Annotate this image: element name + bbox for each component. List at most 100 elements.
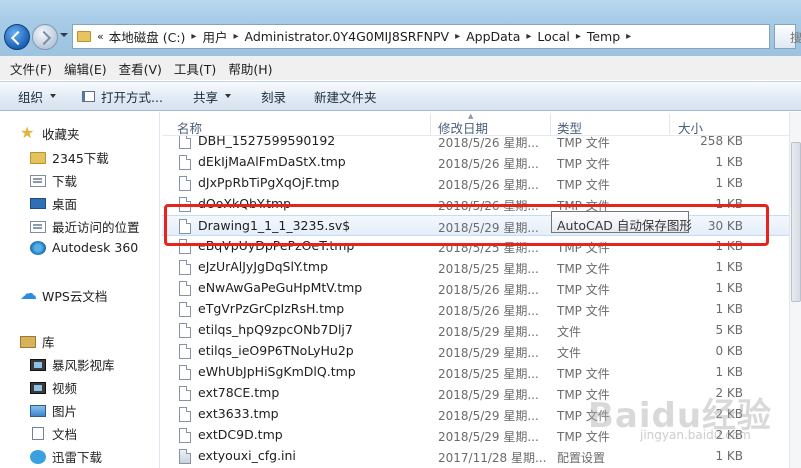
breadcrumb-separator-icon[interactable]: ▸ <box>455 31 460 42</box>
forward-button[interactable] <box>32 24 58 50</box>
nav-item-pictures[interactable]: 图片 <box>30 401 77 420</box>
scrollbar-thumb[interactable] <box>791 142 801 302</box>
nav-item-autodesk-360[interactable]: Autodesk 360 <box>30 240 138 255</box>
address-box[interactable]: « 本地磁盘 (C:) ▸ 用户 ▸ Administrator.0Y4G0MIJ8SR… <box>72 24 770 49</box>
nav-item-xunlei-download[interactable]: 迅雷下载 <box>30 447 102 466</box>
search-box[interactable]: 搜 <box>790 29 801 46</box>
share-button[interactable]: 共享 <box>193 82 231 110</box>
menu-item[interactable]: 帮助(H) <box>222 59 278 78</box>
file-row[interactable]: eWhUbJpHiSgKmDlQ.tmp 2018/5/25 星期... TMP 文… <box>162 362 789 383</box>
open-with-button[interactable]: 打开方式... <box>82 82 163 110</box>
vertical-scrollbar[interactable] <box>789 112 801 468</box>
nav-item-label: 文档 <box>52 427 78 442</box>
file-size: 1 KB <box>715 176 743 190</box>
address-overflow[interactable]: « <box>97 30 104 43</box>
file-icon <box>179 136 191 149</box>
watermark-url: jingyan.baidu.com <box>640 428 751 442</box>
file-size: 1 KB <box>715 155 743 169</box>
file-row[interactable]: eNwAwGaPeGuHpMtV.tmp 2018/5/26 星期... TMP 文… <box>162 278 789 299</box>
nav-item-label: 2345下载 <box>52 151 109 166</box>
autodesk-icon <box>30 240 46 255</box>
nav-item-label: Autodesk 360 <box>52 240 139 255</box>
file-row[interactable]: eJzUrAlJyJgDqSlY.tmp 2018/5/25 星期... TMP 文… <box>162 257 789 278</box>
file-row[interactable]: DBH_1527599590192 2018/5/26 星期... TMP 文件 25… <box>162 136 789 152</box>
file-date: 2018/5/26 星期... <box>438 178 539 192</box>
file-size: 5 KB <box>715 323 743 337</box>
burn-button[interactable]: 刻录 <box>261 82 286 110</box>
menu-item[interactable]: 文件(F) <box>4 59 58 78</box>
video-library-icon <box>30 358 46 371</box>
file-type: TMP 文件 <box>557 157 610 171</box>
file-row[interactable]: etilqs_ieO9P6TNoLyHu2p 2018/5/29 星期... 文件 0… <box>162 341 789 362</box>
xunlei-icon <box>30 449 46 464</box>
menu-item[interactable]: 编辑(E) <box>58 59 113 78</box>
file-type: TMP 文件 <box>557 304 610 318</box>
menu-item[interactable]: 查看(V) <box>113 59 168 78</box>
pictures-icon <box>30 404 46 417</box>
chevron-down-icon <box>224 94 231 98</box>
nav-item-label: 图片 <box>52 404 78 419</box>
nav-item-downloads[interactable]: 下载 <box>30 171 77 190</box>
menu-item[interactable]: 工具(T) <box>168 59 222 78</box>
file-row[interactable]: dJxPpRbTiPgXqOjF.tmp 2018/5/26 星期... TMP 文… <box>162 173 789 194</box>
breadcrumb-segment[interactable]: Administrator.0Y4G0MIJ8SRFNPV <box>244 29 449 44</box>
file-name: dJxPpRbTiPgXqOjF.tmp <box>198 175 340 190</box>
breadcrumb-separator-icon[interactable]: ▸ <box>191 31 196 42</box>
column-date[interactable]: 修改日期 <box>438 118 488 137</box>
back-button[interactable] <box>4 24 30 50</box>
file-date: 2018/5/25 星期... <box>438 262 539 276</box>
breadcrumb-separator-icon[interactable]: ▸ <box>526 31 531 42</box>
nav-item-recent-places[interactable]: 最近访问的位置 <box>30 217 140 236</box>
nav-item-storm-video[interactable]: 暴风影视库 <box>30 355 115 374</box>
nav-item-label: 视频 <box>52 381 78 396</box>
file-row[interactable]: eTgVrPzGrCpIzRsH.tmp 2018/5/26 星期... TMP 文… <box>162 299 789 320</box>
nav-item-desktop[interactable]: 桌面 <box>30 194 77 213</box>
file-icon <box>179 365 191 380</box>
column-size[interactable]: 大小 <box>678 118 703 137</box>
column-type[interactable]: 类型 <box>557 118 582 137</box>
folder-icon <box>30 151 46 164</box>
file-row[interactable]: dEkIjMaAlFmDaStX.tmp 2018/5/26 星期... TMP 文… <box>162 152 789 173</box>
organize-button[interactable]: 组织 <box>18 82 57 110</box>
file-icon <box>179 344 191 359</box>
documents-icon <box>32 427 44 440</box>
file-date: 2018/5/29 星期... <box>438 346 539 360</box>
nav-item-label: 暴风影视库 <box>52 358 115 373</box>
address-bar-row: « 本地磁盘 (C:) ▸ 用户 ▸ Administrator.0Y4G0MIJ8SR… <box>0 0 801 56</box>
nav-item-videos[interactable]: 视频 <box>30 378 77 397</box>
new-folder-button[interactable]: 新建文件夹 <box>314 82 377 110</box>
file-date: 2017/11/28 星期... <box>438 451 547 465</box>
breadcrumb-segment[interactable]: 用户 <box>202 27 227 46</box>
breadcrumb-separator-icon[interactable]: ▸ <box>233 31 238 42</box>
file-row[interactable]: extyouxi_cfg.ini 2017/11/28 星期... 配置设置 1 KB <box>162 446 789 467</box>
recent-places-icon <box>30 220 46 233</box>
file-type: 配置设置 <box>557 451 606 465</box>
column-divider[interactable] <box>430 114 431 134</box>
column-divider[interactable] <box>550 114 551 134</box>
nav-item-2345download[interactable]: 2345下载 <box>30 148 109 167</box>
file-name: eJzUrAlJyJgDqSlY.tmp <box>198 259 329 274</box>
file-date: 2018/5/29 星期... <box>438 430 539 444</box>
nav-library[interactable]: 库 <box>20 332 55 351</box>
nav-item-documents[interactable]: 文档 <box>30 424 77 443</box>
cloud-icon <box>20 284 37 304</box>
file-name: etilqs_hpQ9zpcONb7Dlj7 <box>198 322 353 337</box>
column-header: ▲ 名称 修改日期 类型 大小 <box>162 112 789 136</box>
menu-bar: 文件(F) 编辑(E) 查看(V) 工具(T) 帮助(H) <box>0 56 801 80</box>
file-icon <box>179 386 191 401</box>
column-name[interactable]: 名称 <box>177 118 202 137</box>
column-divider[interactable] <box>669 114 670 134</box>
breadcrumb-segment[interactable]: 本地磁盘 (C:) <box>109 27 186 46</box>
nav-wps-cloud[interactable]: WPS云文档 <box>20 284 107 305</box>
breadcrumb-segment[interactable]: Local <box>537 29 569 44</box>
breadcrumb-segment[interactable]: AppData <box>466 29 520 44</box>
file-row[interactable]: etilqs_hpQ9zpcONb7Dlj7 2018/5/29 星期... 文件 5… <box>162 320 789 341</box>
config-file-icon <box>179 449 191 464</box>
breadcrumb-segment[interactable]: Temp <box>587 29 620 44</box>
recent-pages-dropdown-icon[interactable] <box>60 33 68 37</box>
breadcrumb-separator-icon[interactable]: ▸ <box>576 31 581 42</box>
file-name: extyouxi_cfg.ini <box>198 448 296 463</box>
nav-favorites[interactable]: 收藏夹 <box>20 123 80 143</box>
file-date: 2018/5/26 星期... <box>438 304 539 318</box>
breadcrumb-separator-icon[interactable]: ▸ <box>626 31 631 42</box>
